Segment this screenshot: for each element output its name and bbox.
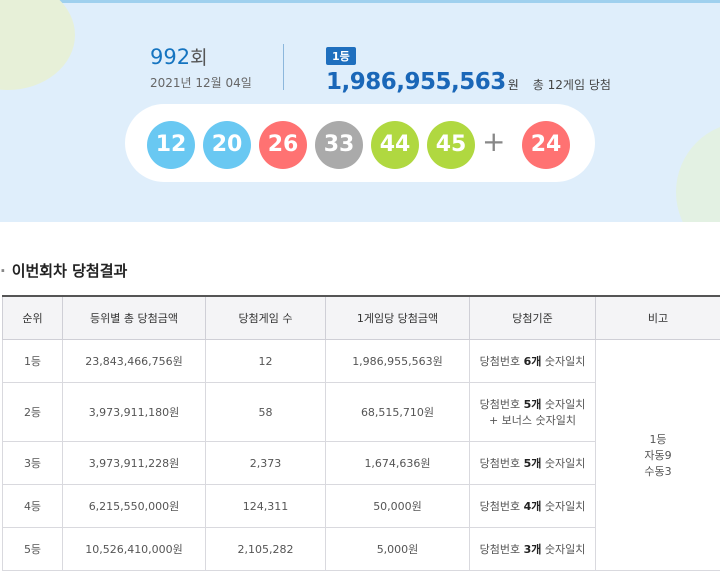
criteria-cell: 당첨번호 3개 숫자일치 <box>470 528 596 571</box>
first-prize-info: 1등 1,986,955,563원 총 12게임 당첨 <box>326 45 611 95</box>
round-title: 992회 <box>150 44 252 71</box>
winning-ball: 45 <box>427 121 475 169</box>
winning-ball: 44 <box>371 121 419 169</box>
rank-cell: 4등 <box>3 485 63 528</box>
rank-cell: 3등 <box>3 442 63 485</box>
per-game-cell: 1,986,955,563원 <box>326 340 470 383</box>
criteria-cell: 당첨번호 6개 숫자일치 <box>470 340 596 383</box>
draw-date: 2021년 12월 04일 <box>150 74 252 91</box>
winning-ball: 26 <box>259 121 307 169</box>
criteria-text: 숫자일치 <box>541 543 585 556</box>
criteria-count: 5개 <box>524 398 542 411</box>
table-row: 1등 23,843,466,756원 12 1,986,955,563원 당첨번… <box>3 340 720 383</box>
first-prize-amount: 1,986,955,563 <box>326 69 506 95</box>
per-game-cell: 50,000원 <box>326 485 470 528</box>
criteria-line: 당첨번호 5개 숫자일치 <box>471 396 594 412</box>
winning-ball: 33 <box>315 121 363 169</box>
round-number: 992 <box>150 45 190 69</box>
prize-unit: 원 <box>508 78 519 92</box>
vertical-divider <box>283 44 284 90</box>
criteria-cell: 당첨번호 5개 숫자일치 <box>470 442 596 485</box>
games-cell: 12 <box>206 340 326 383</box>
rank-cell: 1등 <box>3 340 63 383</box>
header-rank: 순위 <box>3 296 63 340</box>
criteria-text: 숫자일치 <box>541 457 585 470</box>
header-winning-games: 당첨게임 수 <box>206 296 326 340</box>
section-title: · 이번회차 당첨결과 <box>0 260 127 281</box>
criteria-cell: 당첨번호 4개 숫자일치 <box>470 485 596 528</box>
winning-numbers-panel: 992회 2021년 12월 04일 1등 1,986,955,563원 총 12… <box>0 0 720 222</box>
note-cell: 1등 자동9 수동3 <box>596 340 720 571</box>
decorative-circle-right <box>676 122 720 222</box>
games-cell: 2,373 <box>206 442 326 485</box>
per-game-cell: 5,000원 <box>326 528 470 571</box>
rank-cell: 2등 <box>3 383 63 442</box>
total-prize-cell: 23,843,466,756원 <box>63 340 206 383</box>
criteria-text: 당첨번호 <box>480 457 524 470</box>
winning-ball: 20 <box>203 121 251 169</box>
top-border <box>0 0 720 3</box>
per-game-cell: 1,674,636원 <box>326 442 470 485</box>
decorative-circle-left <box>0 0 75 90</box>
bonus-ball: 24 <box>522 121 570 169</box>
criteria-count: 3개 <box>524 543 542 556</box>
criteria-text: 숫자일치 <box>541 398 585 411</box>
round-info: 992회 2021년 12월 04일 <box>150 44 252 91</box>
criteria-count: 5개 <box>524 457 542 470</box>
total-prize-cell: 3,973,911,228원 <box>63 442 206 485</box>
header-prize-per-game: 1게임당 당첨금액 <box>326 296 470 340</box>
criteria-text: 숫자일치 <box>541 355 585 368</box>
total-prize-cell: 3,973,911,180원 <box>63 383 206 442</box>
criteria-text: 숫자일치 <box>541 500 585 513</box>
round-suffix: 회 <box>190 47 207 69</box>
rank-cell: 5등 <box>3 528 63 571</box>
per-game-cell: 68,515,710원 <box>326 383 470 442</box>
games-cell: 58 <box>206 383 326 442</box>
note-line: 수동3 <box>597 463 719 479</box>
criteria-text: 당첨번호 <box>480 500 524 513</box>
criteria-count: 6개 <box>524 355 542 368</box>
winning-ball: 12 <box>147 121 195 169</box>
games-cell: 2,105,282 <box>206 528 326 571</box>
section-title-text: 이번회차 당첨결과 <box>12 262 128 280</box>
bullet-icon: · <box>0 262 6 280</box>
games-cell: 124,311 <box>206 485 326 528</box>
results-table: 순위 등위별 총 당첨금액 당첨게임 수 1게임당 당첨금액 당첨기준 비고 1… <box>2 295 720 571</box>
plus-icon: + <box>482 124 505 160</box>
criteria-text: 당첨번호 <box>480 355 524 368</box>
prize-line: 1,986,955,563원 총 12게임 당첨 <box>326 69 611 95</box>
numbers-container: 12 20 26 33 44 45 24 <box>125 104 595 182</box>
note-line: 1등 <box>597 431 719 447</box>
note-line: 자동9 <box>597 447 719 463</box>
table-header-row: 순위 등위별 총 당첨금액 당첨게임 수 1게임당 당첨금액 당첨기준 비고 <box>3 296 720 340</box>
header-total-prize: 등위별 총 당첨금액 <box>63 296 206 340</box>
total-prize-cell: 10,526,410,000원 <box>63 528 206 571</box>
criteria-cell: 당첨번호 5개 숫자일치 + 보너스 숫자일치 <box>470 383 596 442</box>
total-prize-cell: 6,215,550,000원 <box>63 485 206 528</box>
winner-count: 총 12게임 당첨 <box>533 78 611 92</box>
criteria-text: 당첨번호 <box>480 543 524 556</box>
header-criteria: 당첨기준 <box>470 296 596 340</box>
criteria-count: 4개 <box>524 500 542 513</box>
header-note: 비고 <box>596 296 720 340</box>
criteria-extra: + 보너스 숫자일치 <box>471 412 594 428</box>
rank-badge: 1등 <box>326 47 356 65</box>
criteria-text: 당첨번호 <box>480 398 524 411</box>
